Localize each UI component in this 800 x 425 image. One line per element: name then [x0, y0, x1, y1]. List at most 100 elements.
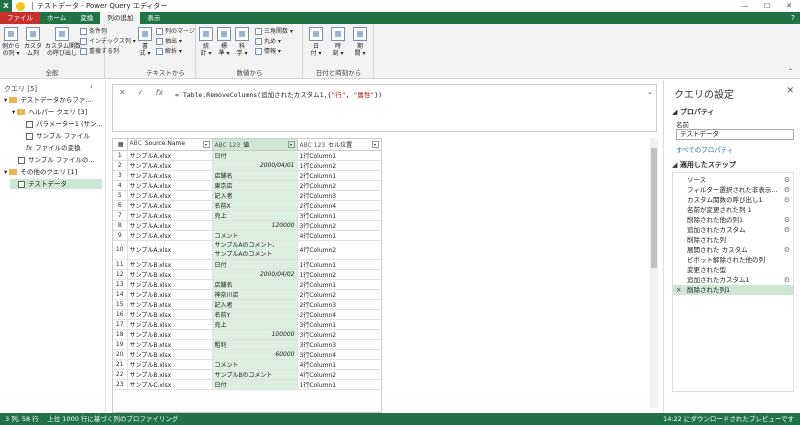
applied-step[interactable]: ピボット解除された他の列: [673, 255, 793, 265]
tab-home[interactable]: ホーム: [40, 12, 73, 24]
cell-source-name[interactable]: サンプルA.xlsx: [127, 150, 213, 161]
cell-value[interactable]: 店舗名: [212, 279, 298, 290]
cell-value[interactable]: 記入者: [212, 190, 298, 201]
cell-position[interactable]: 1行Column1: [297, 150, 381, 161]
cell-position[interactable]: 1行Column2: [297, 269, 381, 280]
cell-position[interactable]: 3行Column4: [297, 349, 381, 360]
cell-value[interactable]: 売上: [212, 210, 298, 221]
cell-source-name[interactable]: サンプルB.xlsx: [127, 269, 213, 280]
trigonometry-button[interactable]: 三角関数 ▾: [255, 28, 293, 36]
table-row[interactable]: 17 サンプルB.xlsx 売上 3行Column1: [113, 319, 381, 330]
properties-section[interactable]: ◢ プロパティ: [672, 107, 714, 117]
cell-source-name[interactable]: サンプルA.xlsx: [127, 190, 213, 201]
cell-value[interactable]: 日付: [212, 259, 298, 270]
applied-step[interactable]: ✕ 削除された列1: [673, 285, 793, 295]
step-settings-gear-icon[interactable]: ⚙: [784, 245, 790, 255]
cell-position[interactable]: 2行Column4: [297, 200, 381, 211]
query-testdata[interactable]: テストデータ: [10, 179, 102, 189]
cell-position[interactable]: 2行Column2: [297, 180, 381, 191]
cell-value[interactable]: サンプルAのコメント、 サンプルAのコメント: [212, 240, 298, 260]
applied-step[interactable]: 追加されたカスタム ⚙: [673, 225, 793, 235]
column-type-icon[interactable]: ABC 123: [300, 142, 326, 149]
date-button[interactable]: 日 付 ▾: [308, 27, 324, 57]
query-sample-file-transform[interactable]: サンプル ファイルの...: [18, 155, 95, 165]
collapse-pane-icon[interactable]: ‹: [90, 83, 93, 91]
cell-source-name[interactable]: サンプルA.xlsx: [127, 170, 213, 181]
cell-position[interactable]: 2行Column1: [297, 170, 381, 181]
feedback-smiley-icon[interactable]: [16, 1, 25, 11]
step-settings-gear-icon[interactable]: ⚙: [784, 215, 790, 225]
query-folder-helper[interactable]: ▾ ヘルパー クエリ [3]: [12, 107, 87, 117]
cell-position[interactable]: 2行Column3: [297, 190, 381, 201]
cell-position[interactable]: 4行Column2: [297, 369, 381, 380]
cell-value[interactable]: 名前X: [212, 200, 298, 211]
cell-value[interactable]: 120000: [212, 220, 298, 231]
cell-value[interactable]: 2000/04/02: [212, 269, 298, 280]
ribbon-collapse-icon[interactable]: ⌃: [788, 68, 793, 76]
table-row[interactable]: 23 サンプルC.xlsx 日付 1行Column1: [113, 379, 381, 390]
column-type-icon[interactable]: ABC 123: [215, 142, 241, 149]
table-menu-icon[interactable]: ▦: [113, 139, 128, 151]
invoke-custom-function-button[interactable]: カスタム関数 の呼び出し: [45, 27, 81, 57]
table-row[interactable]: 14 サンプルB.xlsx 神奈川店 2行Column2: [113, 289, 381, 300]
cell-position[interactable]: 1行Column1: [297, 259, 381, 270]
column-from-examples-button[interactable]: 例から の列 ▾: [2, 27, 20, 57]
tab-file[interactable]: ファイル: [0, 12, 40, 24]
cell-source-name[interactable]: サンプルA.xlsx: [127, 220, 213, 231]
cell-source-name[interactable]: サンプルB.xlsx: [127, 319, 213, 330]
parse-button[interactable]: 解析 ▾: [156, 48, 182, 56]
query-parameter1[interactable]: パラメーター1 (サン...: [26, 119, 103, 129]
fx-icon[interactable]: fx: [156, 88, 164, 97]
cell-value[interactable]: 名前Y: [212, 309, 298, 320]
cell-source-name[interactable]: サンプルB.xlsx: [127, 359, 213, 370]
cell-position[interactable]: 3行Column1: [297, 319, 381, 330]
query-transform-file[interactable]: fx ファイルの変換: [26, 143, 81, 153]
cell-value[interactable]: 日付: [212, 150, 298, 161]
column-type-icon[interactable]: ABC: [130, 140, 142, 147]
all-properties-link[interactable]: すべてのプロパティ: [676, 144, 733, 154]
information-button[interactable]: 情報 ▾: [255, 48, 281, 56]
cell-value[interactable]: コメント: [212, 359, 298, 370]
applied-step[interactable]: ソース ⚙: [673, 175, 793, 185]
table-row[interactable]: 8 サンプルA.xlsx 120000 3行Column2: [113, 220, 381, 231]
table-row[interactable]: 6 サンプルA.xlsx 名前X 2行Column4: [113, 200, 381, 211]
cell-source-name[interactable]: サンプルB.xlsx: [127, 309, 213, 320]
cell-position[interactable]: 3行Column1: [297, 210, 381, 221]
scientific-button[interactable]: 科 学 ▾: [235, 27, 249, 57]
extract-button[interactable]: 抽出 ▾: [156, 38, 182, 46]
cell-position[interactable]: 3行Column2: [297, 220, 381, 231]
applied-step[interactable]: カスタム関数の呼び出し1 ⚙: [673, 195, 793, 205]
maximize-icon[interactable]: ☐: [756, 2, 778, 10]
cell-position[interactable]: 3行Column2: [297, 329, 381, 340]
cell-position[interactable]: 3行Column3: [297, 339, 381, 350]
filter-dropdown-icon[interactable]: ▾: [371, 140, 379, 148]
cancel-icon[interactable]: ✕: [119, 88, 126, 97]
tab-transform[interactable]: 変換: [73, 12, 100, 24]
query-name-input[interactable]: テストデータ: [676, 129, 794, 140]
tab-view[interactable]: 表示: [140, 12, 167, 24]
table-row[interactable]: 2 サンプルA.xlsx 2000/04/01 1行Column2: [113, 160, 381, 171]
statistics-button[interactable]: 統 計 ▾: [199, 27, 213, 57]
index-column-button[interactable]: インデックス列 ▾: [80, 38, 136, 46]
conditional-column-button[interactable]: 条件列: [80, 28, 107, 36]
cell-value[interactable]: 60000: [212, 349, 298, 360]
cell-value[interactable]: 売上: [212, 319, 298, 330]
cell-position[interactable]: 4行Column1: [297, 359, 381, 370]
table-row[interactable]: 18 サンプルB.xlsx 100000 3行Column2: [113, 329, 381, 340]
table-row[interactable]: 7 サンプルA.xlsx 売上 3行Column1: [113, 210, 381, 221]
cell-value[interactable]: 100000: [212, 329, 298, 340]
cell-value[interactable]: 店舗名: [212, 170, 298, 181]
applied-step[interactable]: 変更された型: [673, 265, 793, 275]
minimize-icon[interactable]: —: [734, 2, 756, 10]
step-settings-gear-icon[interactable]: ⚙: [784, 275, 790, 285]
rounding-button[interactable]: 丸め ▾: [255, 38, 281, 46]
query-sample-file[interactable]: サンプル ファイル: [26, 131, 90, 141]
cell-source-name[interactable]: サンプルA.xlsx: [127, 160, 213, 171]
table-row[interactable]: 9 サンプルA.xlsx コメント 4行Column1: [113, 230, 381, 241]
table-row[interactable]: 10 サンプルA.xlsx サンプルAのコメント、 サンプルAのコメント 4行Colum…: [113, 240, 381, 260]
table-row[interactable]: 16 サンプルB.xlsx 名前Y 2行Column4: [113, 309, 381, 320]
column-header-cell-position[interactable]: ABC 123 セル位置 ▾: [297, 139, 381, 151]
cell-value[interactable]: サンプルBのコメント: [212, 369, 298, 380]
table-row[interactable]: 15 サンプルB.xlsx 記入者 2行Column3: [113, 299, 381, 310]
formula-bar[interactable]: ✕ ✓ fx = Table.RemoveColumns(追加されたカスタム1,…: [112, 84, 657, 132]
